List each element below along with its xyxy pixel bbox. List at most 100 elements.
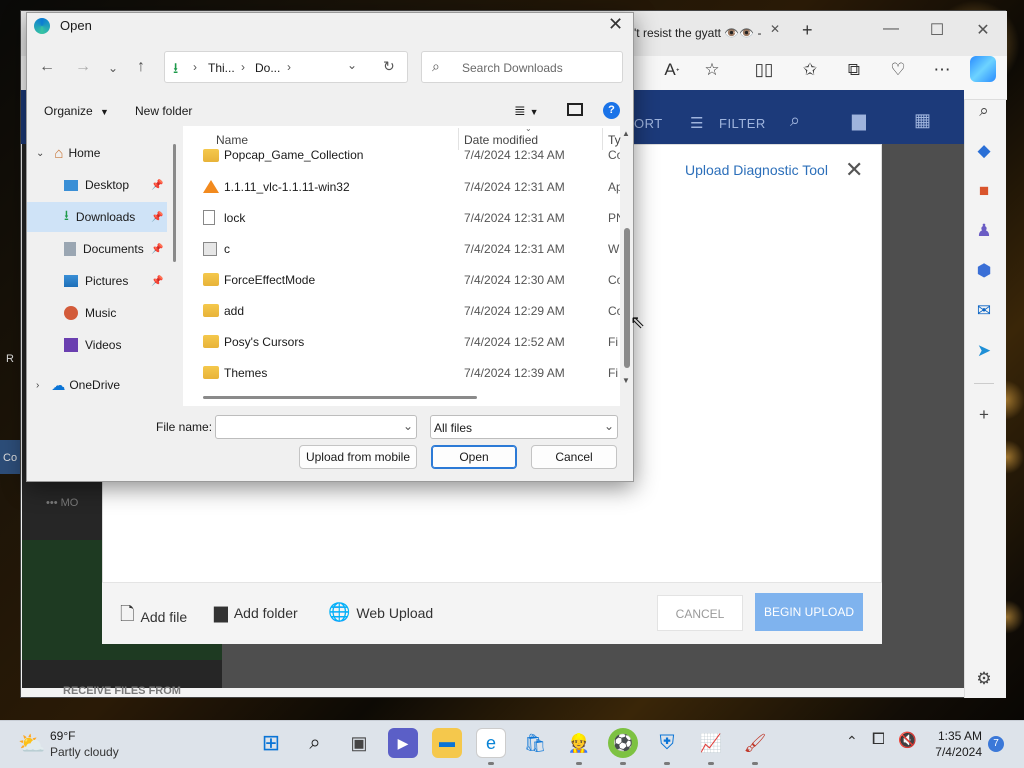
file-row[interactable]: 1.1.11_vlc-1.1.11-win32 7/4/2024 12:31 A…	[183, 171, 620, 202]
address-dropdown-chevron-icon[interactable]: ⌄	[347, 58, 357, 72]
nav-sort[interactable]: ORT	[634, 116, 663, 131]
scroll-up-icon[interactable]: ▲	[622, 129, 630, 138]
weather-description[interactable]: Partly cloudy	[50, 745, 119, 759]
show-hidden-icons-chevron-icon[interactable]: ⌃	[846, 733, 858, 750]
scrollbar-thumb[interactable]	[624, 228, 630, 368]
recent-locations-chevron-icon[interactable]: ⌄	[102, 61, 124, 75]
games-icon[interactable]: ♟	[971, 218, 997, 244]
nav-item-onedrive[interactable]: › ☁ OneDrive	[27, 370, 167, 400]
settings-gear-icon[interactable]: ⚙	[971, 666, 997, 692]
dialog-close-button[interactable]: ✕	[608, 14, 623, 35]
file-explorer-icon[interactable]: ▬	[432, 728, 462, 758]
file-row[interactable]: lock 7/4/2024 12:31 AM PN	[183, 202, 620, 233]
edge-browser-icon[interactable]: e	[476, 728, 506, 758]
nav-item-pictures[interactable]: Pictures 📌	[27, 266, 167, 296]
preview-pane-icon[interactable]	[567, 103, 583, 116]
nav-item-home[interactable]: ⌄ ⌂ Home	[27, 138, 167, 168]
browser-tab[interactable]: 't resist the gyatt 👁️👁️ - \	[634, 16, 764, 50]
new-folder-button[interactable]: New folder	[135, 104, 192, 118]
file-row[interactable]: Themes 7/4/2024 12:39 AM Fi	[183, 357, 620, 388]
horizontal-scrollbar[interactable]	[203, 396, 477, 399]
help-icon[interactable]: ?	[603, 102, 620, 119]
add-folder-icon[interactable]: ▆	[852, 110, 866, 131]
paint-app-icon[interactable]: 🖌	[740, 728, 770, 758]
store-icon[interactable]: 🛍	[520, 728, 550, 758]
breadcrumb-this-pc[interactable]: Thi...	[208, 61, 235, 75]
close-window-button[interactable]: ✕	[970, 20, 996, 40]
refresh-icon[interactable]: ↻	[383, 58, 395, 75]
collections-icon[interactable]: ⧉	[840, 56, 868, 84]
favorites-icon[interactable]: ✩	[796, 56, 824, 84]
search-icon[interactable]: ⌕	[300, 728, 330, 758]
scroll-down-icon[interactable]: ▼	[622, 376, 630, 385]
nav-item-videos[interactable]: Videos	[27, 330, 167, 360]
read-aloud-icon[interactable]: Aᐩ	[658, 56, 686, 84]
start-windows-icon[interactable]: ⊞	[256, 728, 286, 758]
more-options-icon[interactable]: ⋯	[928, 56, 956, 84]
upload-from-mobile-button[interactable]: Upload from mobile	[299, 445, 417, 469]
browser-essentials-icon[interactable]: ♡	[884, 56, 912, 84]
notification-badge[interactable]: 7	[988, 736, 1004, 752]
modal-close-icon[interactable]: ✕	[845, 157, 863, 183]
cancel-button[interactable]: Cancel	[531, 445, 617, 469]
shopping-tag-icon[interactable]: ◆	[971, 138, 997, 164]
web-upload-button[interactable]: 🌐 Web Upload	[328, 602, 433, 623]
file-row[interactable]: ForceEffectMode 7/4/2024 12:30 AM Co	[183, 264, 620, 295]
breadcrumb-downloads[interactable]: Do...	[255, 61, 280, 75]
maximize-button[interactable]: ☐	[924, 20, 950, 40]
file-row[interactable]: c 7/4/2024 12:31 AM W	[183, 233, 620, 264]
close-tab-icon[interactable]: ✕	[770, 22, 780, 36]
split-screen-icon[interactable]: ▯▯	[750, 56, 778, 84]
add-file-button[interactable]: 🗋 Add file	[120, 602, 187, 632]
search-icon[interactable]: ⌕	[971, 98, 997, 124]
volume-muted-icon[interactable]: 🔇	[898, 731, 917, 749]
weather-icon[interactable]: ⛅	[18, 731, 45, 757]
tools-icon[interactable]: ■	[971, 178, 997, 204]
forward-arrow-icon[interactable]: →	[72, 58, 94, 76]
upload-tool-title[interactable]: Upload Diagnostic Tool	[685, 162, 828, 178]
copilot-icon[interactable]	[970, 56, 996, 82]
nav-item-music[interactable]: Music	[27, 298, 167, 328]
file-row[interactable]: Posy's Cursors 7/4/2024 12:52 AM Fi	[183, 326, 620, 357]
favorite-star-icon[interactable]: ☆	[698, 56, 726, 84]
nav-filter[interactable]: FILTER	[719, 116, 766, 131]
file-name-input[interactable]: ⌄	[215, 415, 417, 439]
clock-date[interactable]: 7/4/2024	[926, 745, 982, 759]
add-folder-button[interactable]: ▆ Add folder	[214, 602, 298, 623]
minimize-button[interactable]: —	[878, 20, 904, 38]
search-icon[interactable]: ⌕	[790, 110, 801, 131]
web-cancel-button[interactable]: CANCEL	[657, 595, 743, 631]
new-tab-button[interactable]: +	[802, 20, 813, 41]
chart-app-icon[interactable]: 📈	[696, 728, 726, 758]
organize-menu[interactable]: Organize ▼	[44, 104, 109, 118]
nav-item-documents[interactable]: Documents 📌	[27, 234, 167, 264]
shield-icon[interactable]: ⛨	[652, 728, 682, 758]
nav-item-desktop[interactable]: Desktop 📌	[27, 170, 167, 200]
filter-icon[interactable]: ☰	[690, 114, 704, 132]
up-arrow-icon[interactable]: ↑	[130, 58, 152, 76]
app-green-icon[interactable]: ⚽	[608, 728, 638, 758]
file-row[interactable]: Popcap_Game_Collection 7/4/2024 12:34 AM…	[183, 140, 620, 170]
nav-item-downloads[interactable]: ⭳ Downloads 📌	[27, 202, 167, 232]
teams-chat-icon[interactable]: ▶	[388, 728, 418, 758]
clock-time[interactable]: 1:35 AM	[932, 729, 982, 743]
address-bar[interactable]: ⭳ › Thi... › Do... › ⌄ ↻	[164, 51, 408, 83]
file-row[interactable]: add 7/4/2024 12:29 AM Co	[183, 295, 620, 326]
nav-pane-scrollbar[interactable]	[173, 144, 176, 262]
grid-view-icon[interactable]: ▦	[914, 110, 932, 131]
task-view-icon[interactable]: ▣	[344, 728, 374, 758]
microsoft-365-icon[interactable]: ⬢	[971, 258, 997, 284]
view-options-icon[interactable]: ≣ ▼	[514, 102, 539, 119]
begin-upload-button[interactable]: BEGIN UPLOAD	[755, 593, 863, 631]
weather-temperature[interactable]: 69°F	[50, 729, 75, 743]
send-icon[interactable]: ➤	[971, 338, 997, 364]
file-type-select[interactable]: All files ⌄	[430, 415, 618, 439]
open-button[interactable]: Open	[431, 445, 517, 469]
network-icon[interactable]: ⧠	[872, 731, 885, 749]
more-label[interactable]: ••• MO	[46, 497, 78, 509]
add-sidebar-icon[interactable]: +	[971, 402, 997, 428]
back-arrow-icon[interactable]: ←	[36, 58, 58, 76]
outlook-icon[interactable]: ✉	[971, 298, 997, 324]
search-box[interactable]: ⌕ Search Downloads	[421, 51, 623, 83]
user-app-icon[interactable]: 👷	[564, 728, 594, 758]
